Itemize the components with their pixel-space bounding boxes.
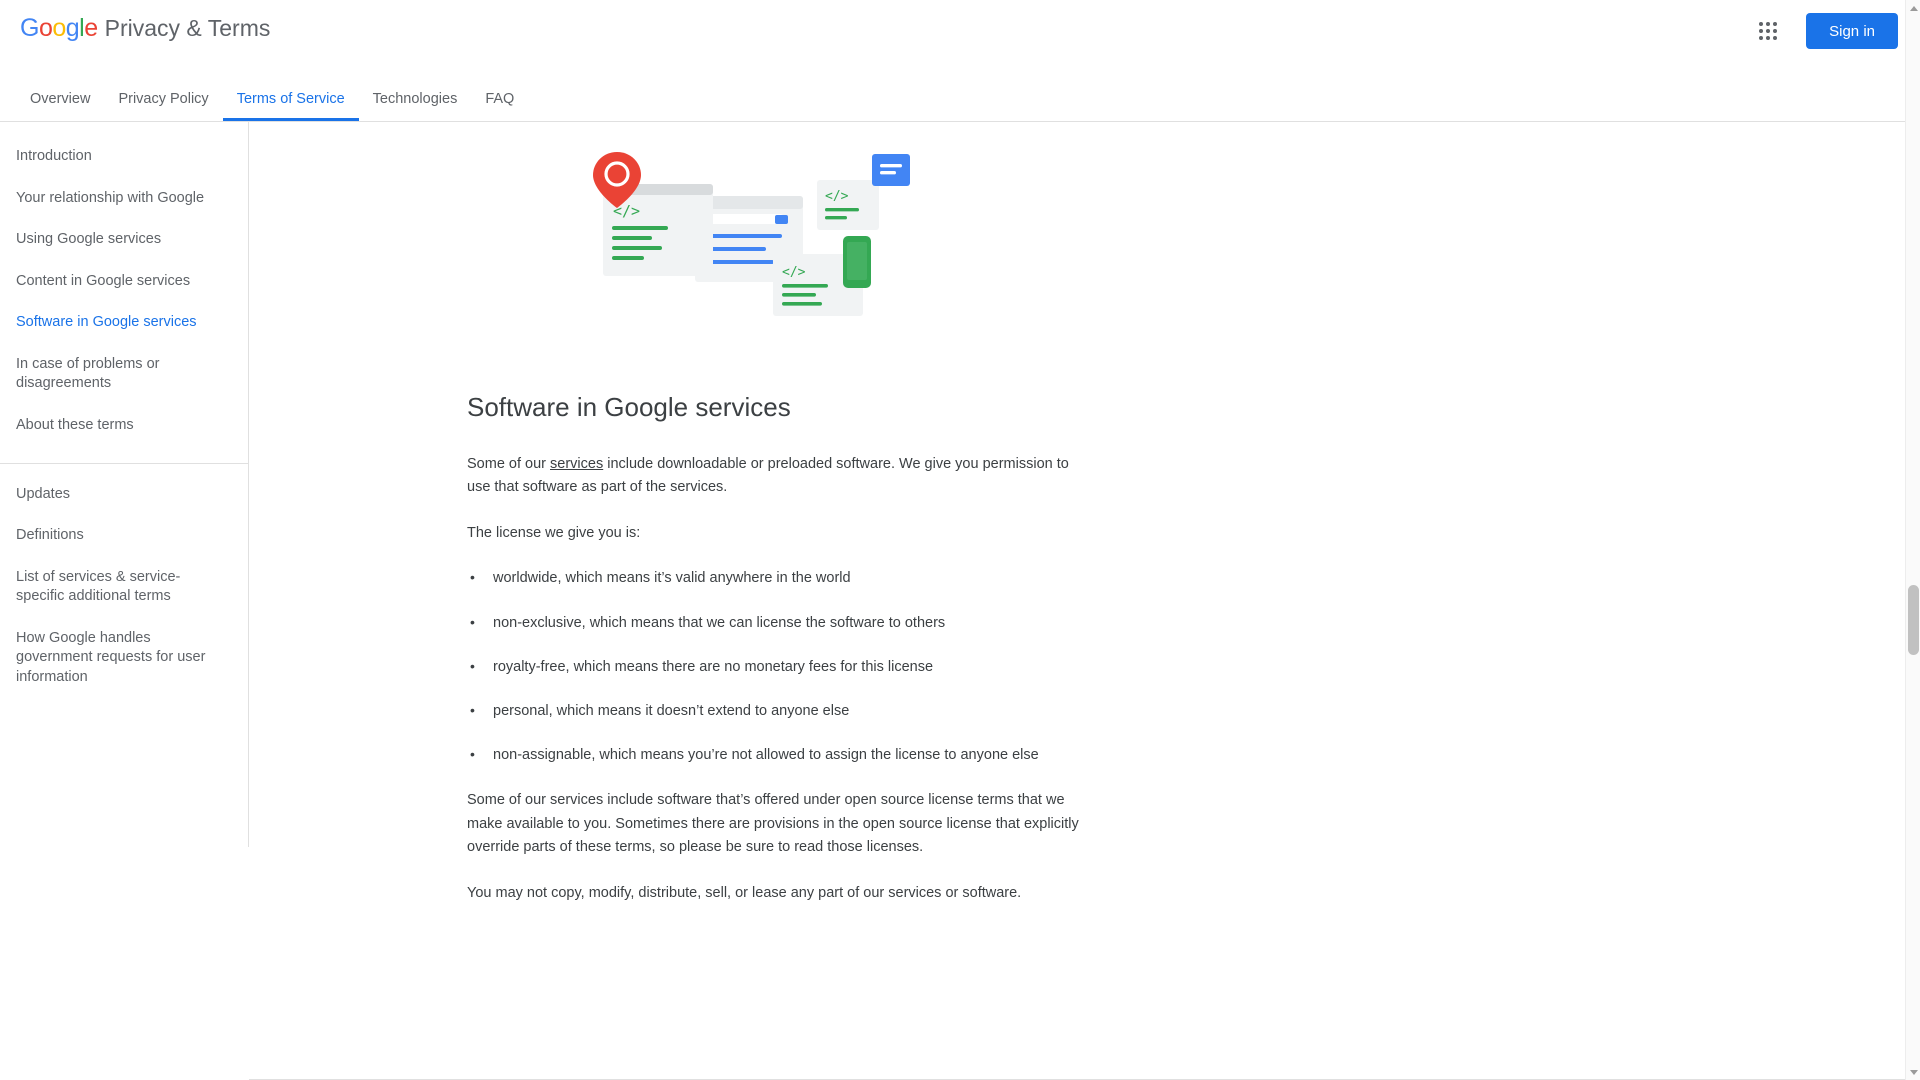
brand[interactable]: Google Privacy & Terms bbox=[20, 14, 270, 43]
open-source-paragraph: Some of our services include software th… bbox=[467, 792, 1079, 856]
sidebar-nav: Introduction Your relationship with Goog… bbox=[0, 122, 249, 847]
tab-technologies[interactable]: Technologies bbox=[359, 80, 472, 121]
apps-grid-icon[interactable] bbox=[1748, 11, 1788, 51]
tab-overview[interactable]: Overview bbox=[16, 80, 104, 121]
primary-tabs: Overview Privacy Policy Terms of Service… bbox=[0, 80, 1920, 122]
tab-terms-of-service[interactable]: Terms of Service bbox=[222, 80, 359, 121]
sidebar-item-using-google-services[interactable]: Using Google services bbox=[0, 219, 248, 261]
license-lead-paragraph: The license we give you is: bbox=[467, 524, 641, 541]
sidebar-item-definitions[interactable]: Definitions bbox=[0, 515, 248, 557]
sidebar-item-about-these-terms[interactable]: About these terms bbox=[0, 405, 248, 447]
brand-title: Privacy & Terms bbox=[104, 15, 271, 41]
sidebar-item-in-case-of-problems[interactable]: In case of problems or disagreements bbox=[0, 344, 248, 405]
list-item: non-assignable, which means you’re not a… bbox=[467, 743, 1087, 767]
svg-text:</>: </> bbox=[782, 265, 806, 280]
tab-privacy-policy[interactable]: Privacy Policy bbox=[104, 80, 222, 121]
list-item: non-exclusive, which means that we can l… bbox=[467, 611, 1087, 635]
sidebar-item-list-of-services[interactable]: List of services & service-specific addi… bbox=[0, 557, 248, 618]
tab-faq[interactable]: FAQ bbox=[471, 80, 528, 121]
page-title: Software in Google services bbox=[467, 392, 791, 422]
intro-text-before: Some of our bbox=[467, 456, 551, 472]
list-item: worldwide, which means it’s valid anywhe… bbox=[467, 566, 1087, 590]
intro-paragraph: Some of our services include downloadabl… bbox=[467, 453, 1085, 500]
page-body: Introduction Your relationship with Goog… bbox=[0, 122, 1920, 1080]
page-scrollbar[interactable] bbox=[1905, 0, 1920, 1080]
sign-in-button[interactable]: Sign in bbox=[1806, 13, 1898, 49]
sidebar-item-content-in-google-services[interactable]: Content in Google services bbox=[0, 261, 248, 303]
closing-paragraph: You may not copy, modify, distribute, se… bbox=[467, 884, 1022, 901]
svg-text:</>: </> bbox=[825, 189, 849, 204]
sidebar-item-updates[interactable]: Updates bbox=[0, 474, 248, 516]
services-link[interactable]: services bbox=[550, 456, 603, 472]
list-item: royalty-free, which means there are no m… bbox=[467, 655, 1087, 679]
page-header: Google Privacy & Terms Sign in bbox=[0, 0, 1920, 80]
scrollbar-thumb[interactable] bbox=[1908, 585, 1919, 655]
sidebar-item-software-in-google-services[interactable]: Software in Google services bbox=[0, 302, 248, 344]
sidebar-divider bbox=[0, 462, 248, 464]
main-content: </> </> </> Software in Google services … bbox=[249, 122, 1920, 1080]
scroll-down-arrow-icon[interactable] bbox=[1906, 1064, 1920, 1080]
list-item: personal, which means it doesn’t extend … bbox=[467, 699, 1087, 723]
sidebar-item-introduction[interactable]: Introduction bbox=[0, 136, 248, 178]
scroll-up-arrow-icon[interactable] bbox=[1906, 0, 1920, 16]
license-list: worldwide, which means it’s valid anywhe… bbox=[467, 566, 1087, 767]
google-logo: Google bbox=[20, 14, 98, 42]
sidebar-item-government-requests[interactable]: How Google handles government requests f… bbox=[0, 618, 248, 699]
software-services-illustration: </> </> </> bbox=[467, 144, 1087, 344]
header-actions: Sign in bbox=[1748, 11, 1898, 51]
sidebar-item-your-relationship-with-google[interactable]: Your relationship with Google bbox=[0, 178, 248, 220]
